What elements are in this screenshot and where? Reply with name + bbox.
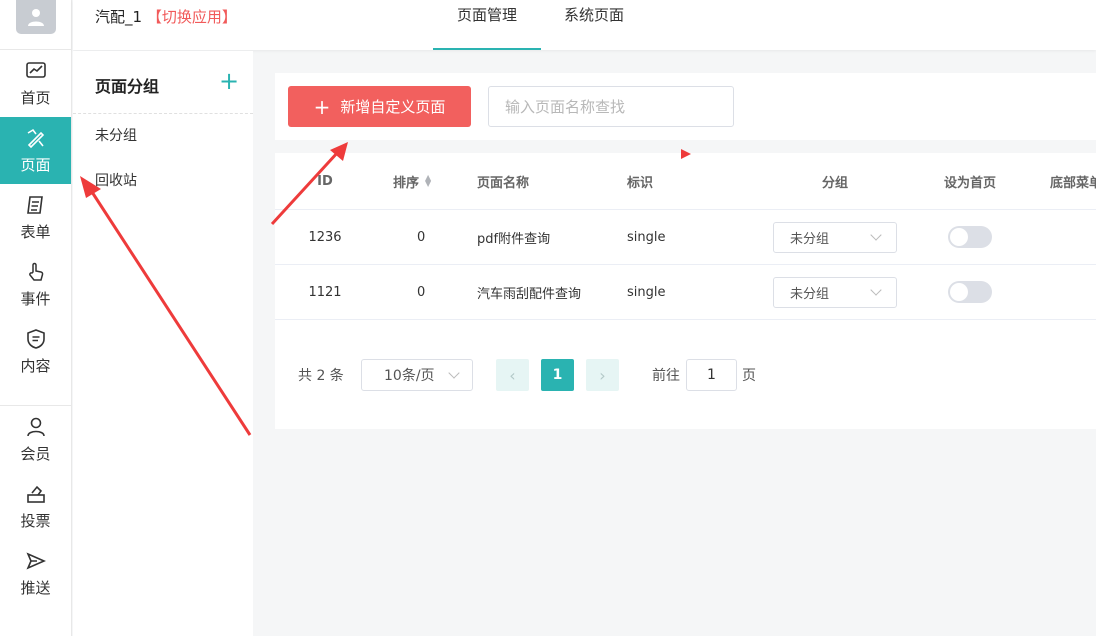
page-search-input[interactable] (488, 86, 734, 127)
add-group-icon[interactable]: + (219, 69, 239, 93)
plus-icon: + (313, 94, 331, 119)
app-title: 汽配_1 【切换应用】 (95, 6, 237, 27)
chevron-down-icon (870, 284, 882, 296)
set-home-toggle[interactable] (948, 281, 992, 303)
group-select[interactable]: 未分组 (773, 221, 897, 253)
nav-label: 内容 (20, 357, 51, 375)
design-tools-icon (24, 126, 48, 150)
nav-label: 推送 (20, 579, 51, 597)
tab-system-pages[interactable]: 系统页面 (564, 0, 624, 50)
col-set-home: 设为首页 (943, 175, 996, 191)
chart-icon (24, 59, 48, 83)
cell-sort: 0 (393, 210, 443, 264)
goto-unit: 页 (742, 368, 756, 384)
avatar[interactable] (15, 0, 56, 34)
avatar-area (0, 0, 71, 50)
page-group-panel: 页面分组 + 未分组 回收站 (73, 51, 253, 636)
table-header: ID 排序 ▲ ▼ 页面名称 标识 分组 设为首页 底部菜单 (275, 153, 1096, 210)
chevron-left-icon: ‹ (509, 365, 516, 385)
form-icon (24, 193, 48, 217)
cell-group: 未分组 (773, 265, 897, 319)
click-hand-icon (24, 260, 48, 284)
chevron-down-icon (448, 367, 460, 379)
nav-label: 页面 (20, 156, 51, 174)
table-row: 1121 0 汽车雨刮配件查询 single 未分组 (275, 265, 1096, 320)
nav-label: 表单 (20, 223, 51, 241)
group-select[interactable]: 未分组 (773, 276, 897, 308)
ballot-icon (24, 482, 48, 506)
group-select-value: 未分组 (790, 231, 830, 247)
goto-label: 前往 (652, 368, 680, 384)
shield-doc-icon (24, 327, 48, 351)
pagination: 共 2 条 10条/页 ‹ 1 › 前往 页 (275, 359, 1096, 391)
cell-group: 未分组 (773, 210, 897, 264)
nav-item-forms[interactable]: 表单 (0, 184, 71, 251)
col-tag: 标识 (627, 175, 654, 191)
nav-item-members[interactable]: 会员 (0, 406, 71, 473)
cell-page-name: pdf附件查询 (477, 231, 551, 247)
nav-label: 事件 (20, 290, 51, 308)
col-group: 分组 (821, 175, 848, 191)
user-icon (24, 415, 48, 439)
nav-label: 投票 (20, 512, 51, 530)
app-name: 汽配_1 (95, 8, 143, 26)
col-sort[interactable]: 排序 ▲ ▼ (393, 153, 443, 209)
page-table: ID 排序 ▲ ▼ 页面名称 标识 分组 设为首页 底部菜单 1236 0 pdf… (275, 153, 1096, 429)
nav-item-content[interactable]: 内容 (0, 318, 71, 385)
nav-label: 首页 (20, 89, 51, 107)
col-sort-label: 排序 (393, 175, 420, 191)
cell-sort-value: 0 (417, 229, 426, 245)
group-header: 页面分组 + (73, 51, 253, 114)
col-page-name: 页面名称 (477, 175, 530, 191)
nav-item-vote[interactable]: 投票 (0, 473, 71, 540)
nav-label: 会员 (20, 445, 51, 463)
group-title: 页面分组 (95, 77, 160, 96)
group-item-recycle-bin[interactable]: 回收站 (73, 159, 253, 204)
user-avatar-icon (27, 9, 44, 26)
tab-page-management[interactable]: 页面管理 (433, 0, 541, 50)
group-select-value: 未分组 (790, 286, 830, 302)
goto-page-input[interactable] (686, 359, 737, 391)
page-size-value: 10条/页 (384, 368, 435, 384)
add-custom-page-label: 新增自定义页面 (340, 98, 446, 116)
next-page-button[interactable]: › (586, 359, 619, 391)
page-toolbar: + 新增自定义页面 (275, 73, 1096, 140)
add-custom-page-button[interactable]: + 新增自定义页面 (288, 86, 471, 127)
switch-app-link[interactable]: 【切换应用】 (147, 8, 237, 26)
main-nav: 首页 页面 表单 事件 内容 会员 投票 推送 (0, 0, 72, 636)
cell-id: 1121 (308, 284, 342, 300)
set-home-toggle[interactable] (948, 226, 992, 248)
pagination-total: 共 2 条 (298, 368, 344, 384)
table-row: 1236 0 pdf附件查询 single 未分组 (275, 210, 1096, 265)
nav-item-events[interactable]: 事件 (0, 251, 71, 318)
page-number-current[interactable]: 1 (541, 359, 574, 391)
group-item-ungrouped[interactable]: 未分组 (73, 114, 253, 159)
cell-sort: 0 (393, 265, 443, 319)
cell-sort-value: 0 (417, 284, 426, 300)
col-bottom-menu: 底部菜单 (1050, 175, 1096, 191)
col-id: ID (317, 173, 333, 189)
chevron-right-icon: › (599, 365, 606, 385)
cell-set-home (930, 265, 1010, 319)
cell-id: 1236 (308, 229, 342, 245)
nav-item-pages[interactable]: 页面 (0, 117, 71, 184)
nav-item-push[interactable]: 推送 (0, 540, 71, 607)
cell-tag: single (627, 229, 666, 245)
cell-set-home (930, 210, 1010, 264)
nav-item-home[interactable]: 首页 (0, 50, 71, 117)
sort-caret-icon[interactable]: ▲ ▼ (425, 174, 431, 188)
chevron-down-icon (870, 229, 882, 241)
cell-page-name: 汽车雨刮配件查询 (477, 286, 582, 302)
top-header: 汽配_1 【切换应用】 页面管理 系统页面 (73, 0, 1096, 50)
prev-page-button[interactable]: ‹ (496, 359, 529, 391)
cell-tag: single (627, 284, 666, 300)
send-icon (24, 549, 48, 573)
page-size-select[interactable]: 10条/页 (361, 359, 473, 391)
